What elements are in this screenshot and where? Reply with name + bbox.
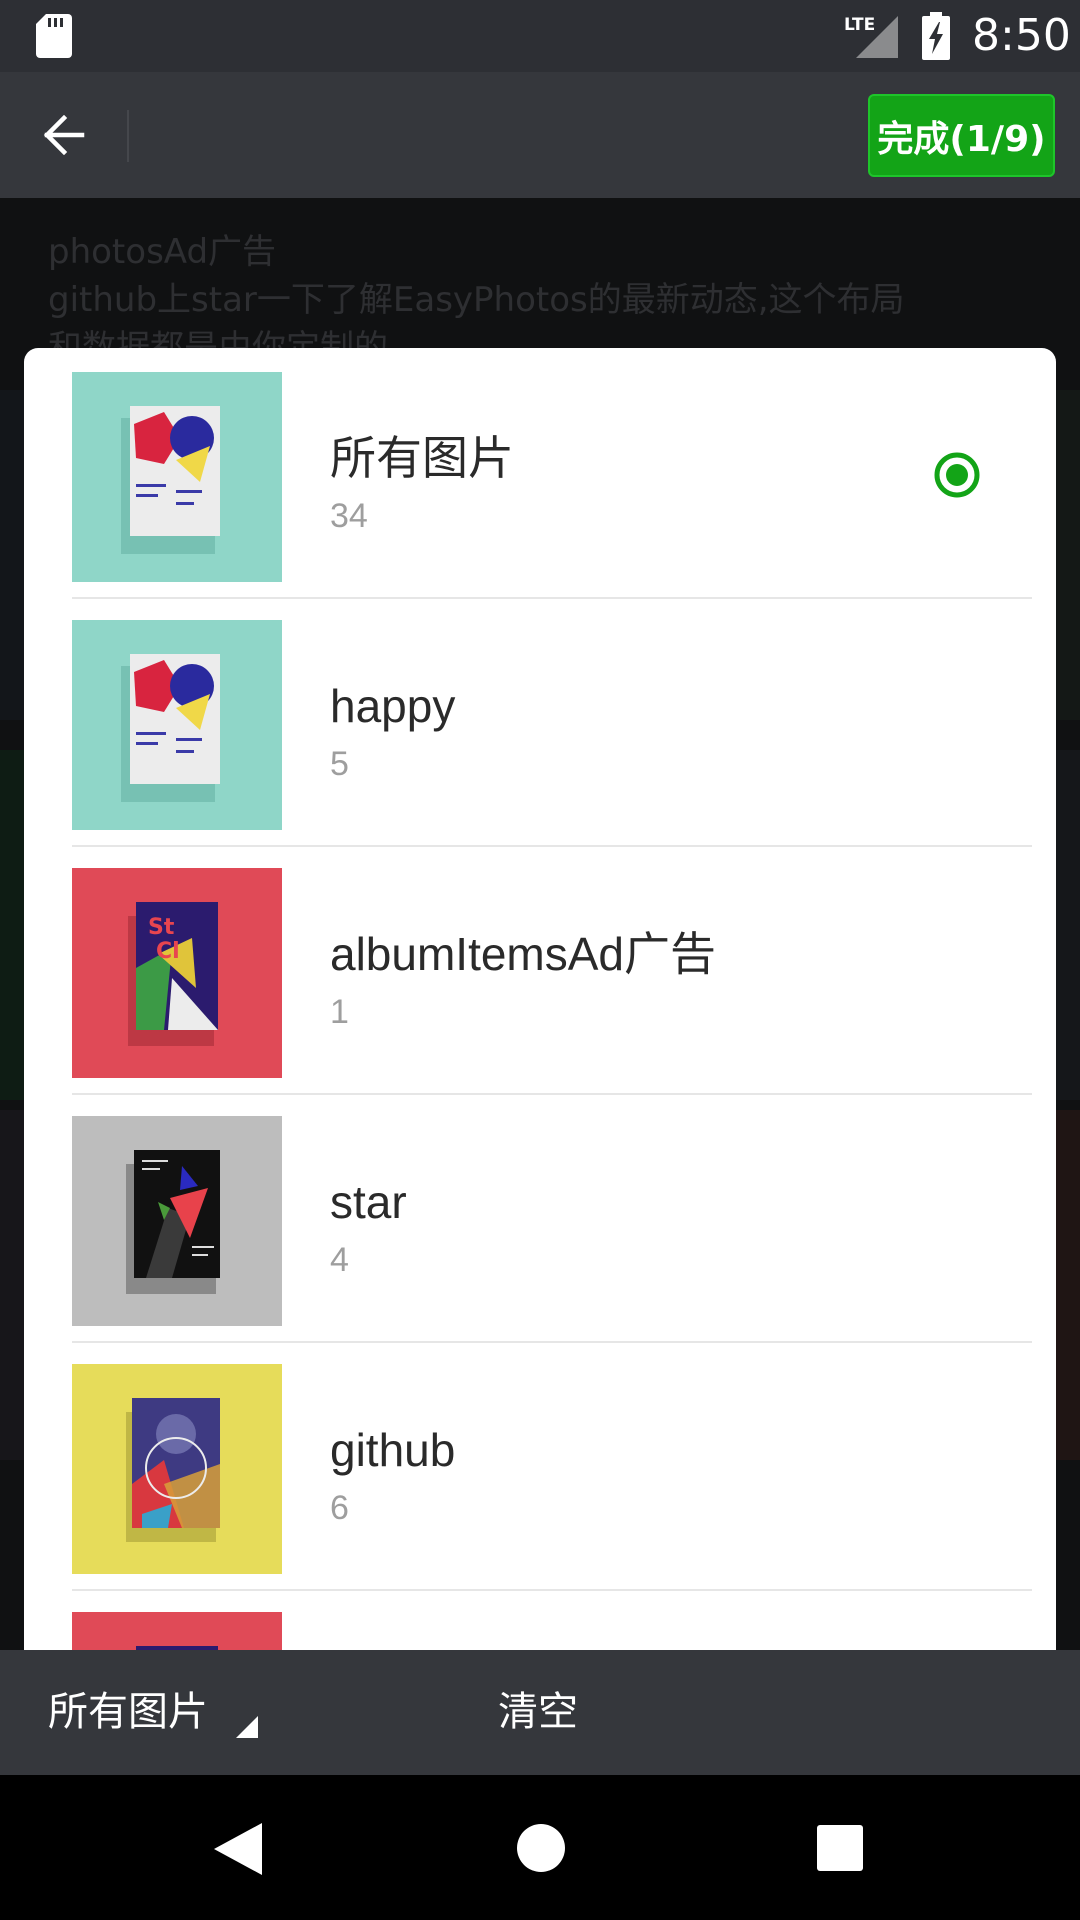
bottom-bar: 所有图片 清空 xyxy=(0,1650,1080,1775)
album-item-github[interactable]: github 6 xyxy=(72,1364,1032,1612)
sd-card-icon xyxy=(36,14,72,58)
album-thumbnail xyxy=(72,620,282,830)
ad-line: github上star一下了解EasyPhotos的最新动态,这个布局 xyxy=(48,280,905,320)
album-name: albumItemsAd广告 xyxy=(330,928,717,980)
album-name: 所有图片 xyxy=(330,432,514,484)
album-selector-button[interactable]: 所有图片 xyxy=(48,1686,208,1738)
clock: 8:50 xyxy=(972,10,1071,61)
album-count: 4 xyxy=(330,1241,349,1279)
album-item-star[interactable]: star 4 xyxy=(72,1116,1032,1364)
dimmed-photo-edge xyxy=(0,750,24,1100)
row-divider xyxy=(72,1341,1032,1343)
dropdown-triangle-icon xyxy=(236,1716,258,1738)
album-thumbnail xyxy=(72,372,282,582)
clear-button[interactable]: 清空 xyxy=(498,1686,578,1738)
album-name: star xyxy=(330,1176,407,1228)
arrow-left-icon xyxy=(43,115,85,155)
nav-recents-icon[interactable] xyxy=(817,1825,863,1871)
back-button[interactable] xyxy=(24,95,104,175)
album-thumbnail xyxy=(72,1116,282,1326)
album-count: 1 xyxy=(330,993,349,1031)
dimmed-photo-edge xyxy=(1056,750,1080,1100)
battery-charging-icon xyxy=(922,12,950,60)
album-thumbnail: St Cl xyxy=(72,868,282,1078)
status-bar: LTE 8:50 xyxy=(0,0,1080,72)
dimmed-photo-edge xyxy=(0,390,24,720)
album-count: 34 xyxy=(330,497,368,535)
toolbar-divider xyxy=(127,110,129,162)
album-item-ad[interactable]: St Cl albumItemsAd广告 1 xyxy=(72,868,1032,1116)
row-divider xyxy=(72,845,1032,847)
album-item-partial[interactable] xyxy=(72,1612,1032,1650)
album-item-happy[interactable]: happy 5 xyxy=(72,620,1032,868)
nav-back-icon[interactable] xyxy=(210,1819,266,1879)
nav-home-icon[interactable] xyxy=(516,1823,566,1873)
dimmed-photo-edge xyxy=(1056,390,1080,720)
album-list-popup: 所有图片 34 happy 5 St Cl albumItemsAd广告 1 s… xyxy=(24,348,1056,1650)
done-button[interactable]: 完成(1/9) xyxy=(868,94,1055,177)
toolbar: 完成(1/9) xyxy=(0,72,1080,198)
album-count: 5 xyxy=(330,745,349,783)
ad-title: photosAd广告 xyxy=(48,232,277,272)
lte-signal-icon: LTE xyxy=(844,15,898,58)
album-name: happy xyxy=(330,680,456,732)
row-divider xyxy=(72,1093,1032,1095)
svg-text:Cl: Cl xyxy=(156,939,180,964)
row-divider xyxy=(72,1589,1032,1591)
album-count: 6 xyxy=(330,1489,349,1527)
svg-text:St: St xyxy=(148,915,175,940)
album-thumbnail xyxy=(72,1612,282,1650)
album-thumbnail xyxy=(72,1364,282,1574)
system-nav-bar xyxy=(0,1775,1080,1920)
selected-radio-icon xyxy=(934,452,980,498)
lte-label: LTE xyxy=(844,15,875,35)
album-item-all[interactable]: 所有图片 34 xyxy=(72,372,1032,620)
dimmed-photo-edge xyxy=(1056,1110,1080,1460)
album-name: github xyxy=(330,1424,456,1476)
photos-ad: photosAd广告 github上star一下了解EasyPhotos的最新动… xyxy=(48,228,1008,362)
row-divider xyxy=(72,597,1032,599)
dimmed-photo-edge xyxy=(0,1110,24,1460)
